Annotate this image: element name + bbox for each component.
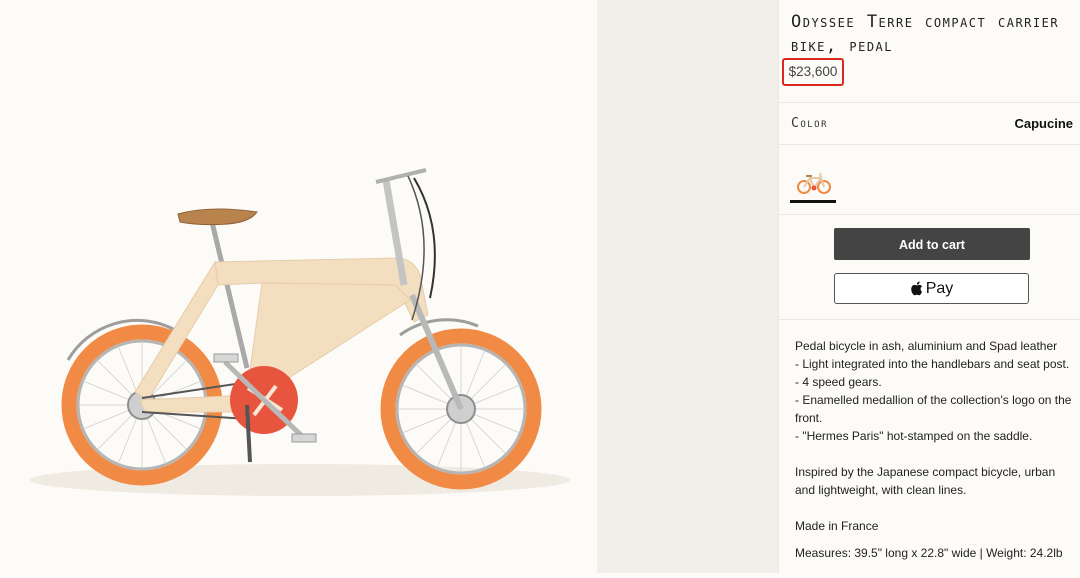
apple-icon (910, 281, 922, 296)
divider (779, 102, 1080, 103)
product-price: $23,600 (782, 58, 844, 86)
product-image-area (0, 0, 597, 573)
bike-thumbnail-icon (797, 172, 831, 194)
saddle (177, 208, 258, 226)
image-gutter (597, 0, 778, 573)
description-measures: Measures: 39.5" long x 22.8" wide | Weig… (795, 546, 1063, 560)
swatch-selected-indicator (790, 200, 836, 203)
description-line: - Enamelled medallion of the collection'… (795, 393, 1072, 425)
add-to-cart-button[interactable]: Add to cart (834, 228, 1030, 260)
description-made-in: Made in France (795, 519, 879, 533)
description-line: - 4 speed gears. (795, 375, 882, 389)
color-swatch-capucine[interactable] (790, 164, 836, 204)
color-value: Capucine (1014, 116, 1073, 131)
description-inspired: Inspired by the Japanese compact bicycle… (795, 465, 1056, 497)
description-line: - "Hermes Paris" hot-stamped on the sadd… (795, 429, 1033, 443)
product-panel: Odyssee Terre compact carrier bike, peda… (778, 0, 1080, 573)
description-line: - Light integrated into the handlebars a… (795, 357, 1070, 371)
divider (779, 214, 1080, 215)
front-wheel (380, 318, 542, 490)
color-label: Color (791, 116, 829, 131)
bicycle-image (30, 168, 570, 496)
divider (779, 319, 1080, 320)
divider (779, 144, 1080, 145)
product-description: Pedal bicycle in ash, aluminium and Spad… (795, 337, 1075, 562)
description-line: Pedal bicycle in ash, aluminium and Spad… (795, 339, 1058, 353)
apple-pay-label: Pay (925, 279, 954, 297)
product-title: Odyssee Terre compact carrier bike, peda… (791, 12, 1060, 56)
apple-pay-button[interactable]: Pay (834, 273, 1029, 304)
